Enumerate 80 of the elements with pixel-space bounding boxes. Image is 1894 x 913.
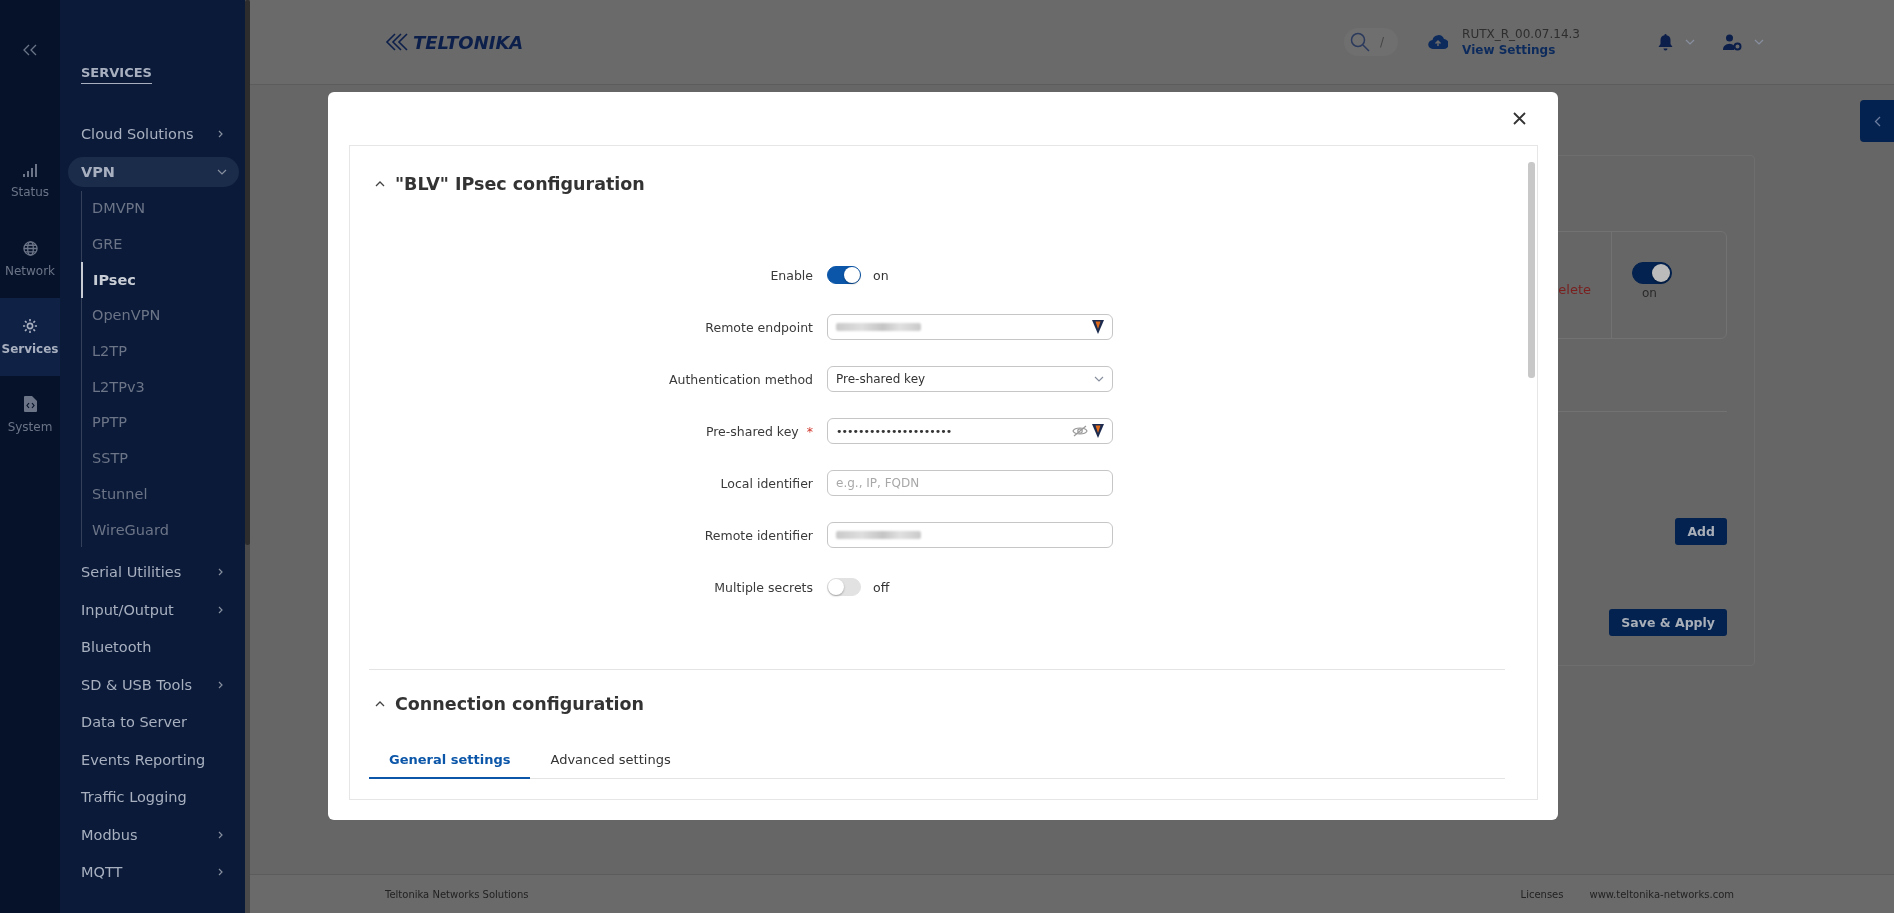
field-label: Remote identifier	[704, 527, 813, 543]
text-field[interactable]	[827, 314, 1113, 340]
section-title: Connection configuration	[395, 694, 645, 714]
sidebar-subitem[interactable]: GRE	[82, 226, 245, 262]
chevron-right-icon	[217, 129, 225, 138]
bell-icon[interactable]	[1658, 33, 1673, 51]
sidebar-item[interactable]: Modbus	[60, 815, 237, 854]
sidebar-item[interactable]: Bluetooth	[60, 628, 237, 666]
section-title: "BLV" IPsec configuration	[395, 174, 645, 194]
sidebar-subitem[interactable]: OpenVPN	[82, 297, 245, 334]
footer-company: Teltonika Networks Solutions	[385, 888, 529, 900]
save-apply-button[interactable]: Save & Apply	[1609, 609, 1727, 636]
chevron-right-icon	[217, 680, 225, 689]
toggle-state-text: off	[873, 579, 890, 595]
sidebar-item[interactable]: Data to Server	[60, 703, 237, 741]
select-dropdown[interactable]: Pre-shared key	[827, 366, 1113, 392]
caret-down-icon	[1754, 38, 1764, 46]
firmware-version: RUTX_R_00.07.14.3	[1462, 27, 1580, 41]
tab[interactable]: Advanced settings	[530, 744, 691, 779]
brand-logo: TELTONIKA	[413, 31, 524, 53]
field-label: Remote endpoint	[705, 319, 813, 335]
toggle-switch[interactable]	[1632, 262, 1672, 284]
close-icon	[1513, 112, 1526, 125]
field-label: Authentication method	[669, 371, 813, 387]
chevron-down-icon	[1094, 375, 1104, 383]
toggle-state-text: on	[1642, 286, 1657, 300]
required-asterisk: *	[806, 423, 813, 439]
sidebar-subitem[interactable]: L2TP	[82, 333, 245, 369]
caret-down-icon	[1685, 38, 1695, 46]
text-field[interactable]	[827, 522, 1113, 548]
sidebar-subitem[interactable]: Stunnel	[82, 476, 245, 512]
field-label: Local identifier	[720, 475, 813, 491]
chevron-up-icon[interactable]	[375, 180, 385, 188]
tab[interactable]: General settings	[369, 744, 531, 779]
sidebar-item[interactable]: SD & USB Tools	[60, 665, 237, 704]
chevron-right-icon	[217, 605, 225, 614]
sidebar-item[interactable]: Input/Output	[60, 590, 237, 629]
chevron-left-icon	[1873, 115, 1881, 127]
signal-bars-icon	[23, 163, 37, 177]
rail-nav-item[interactable]: Services	[0, 298, 60, 376]
search-icon	[1350, 32, 1371, 52]
sidebar-subitem[interactable]: WireGuard	[82, 511, 245, 548]
sidebar-heading: SERVICES	[81, 65, 152, 84]
rail-nav-item[interactable]: Status	[0, 142, 60, 220]
sidebar-item[interactable]: Cloud Solutions	[60, 115, 237, 153]
password-field[interactable]: •••••••••••••••••••••	[827, 418, 1113, 444]
sidebar-subitem[interactable]: L2TPv3	[82, 368, 245, 405]
sidebar-subitem[interactable]: PPTP	[82, 404, 245, 441]
autofill-triangle-icon[interactable]	[1092, 320, 1104, 334]
sidebar-subitem[interactable]: SSTP	[82, 440, 245, 476]
field-label: Enable	[770, 267, 813, 283]
sidebar-scrollbar[interactable]	[245, 0, 250, 913]
chevron-right-icon	[217, 830, 225, 839]
rail-nav-item[interactable]: System	[0, 376, 60, 454]
text-field[interactable]: e.g., IP, FQDN	[827, 470, 1113, 496]
chevron-right-icon	[217, 868, 225, 877]
sidebar-item[interactable]: MQTT	[60, 853, 237, 891]
sidebar-item[interactable]: Serial Utilities	[60, 553, 237, 591]
toggle-state-text: on	[873, 267, 889, 283]
field-label: Pre-shared key	[705, 423, 799, 439]
rail-nav-item[interactable]: Network	[0, 220, 60, 298]
chevron-right-icon	[217, 568, 225, 577]
settings-icon	[22, 318, 38, 334]
logo-chevrons-icon	[385, 32, 411, 52]
toggle-switch[interactable]	[827, 266, 861, 284]
sidebar-item[interactable]: VPN	[68, 156, 239, 187]
autofill-triangle-icon[interactable]	[1092, 424, 1104, 438]
user-gear-icon[interactable]	[1723, 33, 1742, 51]
field-label: Multiple secrets	[714, 579, 813, 595]
sidebar-item[interactable]: Events Reporting	[60, 740, 237, 779]
chevron-down-icon	[217, 167, 227, 176]
document-code-icon	[23, 396, 37, 412]
sidebar-subitem[interactable]: DMVPN	[82, 190, 245, 227]
chevron-up-icon[interactable]	[375, 700, 385, 708]
panel-toggle-tab[interactable]	[1860, 100, 1894, 142]
double-chevron-left-icon[interactable]	[23, 44, 37, 56]
cloud-upload-icon[interactable]	[1428, 34, 1449, 50]
globe-icon	[22, 240, 38, 256]
add-button[interactable]: Add	[1675, 518, 1727, 545]
sidebar-item[interactable]: Traffic Logging	[60, 778, 237, 816]
